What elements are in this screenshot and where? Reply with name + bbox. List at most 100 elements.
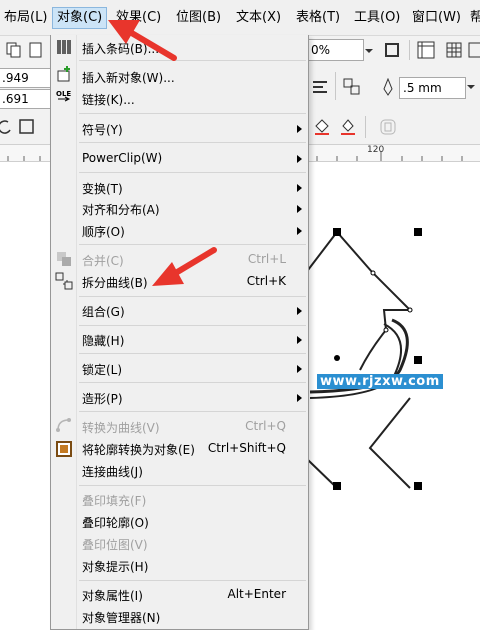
full-screen-icon[interactable] xyxy=(383,41,401,59)
chevron-down-icon[interactable] xyxy=(363,42,375,60)
menu-item-convert-to-curves: 转换为曲线(V) xyxy=(82,421,160,435)
menu-item-lock[interactable]: 锁定(L) xyxy=(82,361,122,378)
menu-item-shaping[interactable]: 造形(P) xyxy=(82,390,123,407)
menu-item-object-properties[interactable]: 对象属性(I) xyxy=(82,587,143,604)
combine-icon xyxy=(55,250,73,268)
menu-separator xyxy=(79,172,306,173)
menu-item-break-apart[interactable]: 拆分曲线(B) xyxy=(82,274,148,291)
ole-link-icon: OLE xyxy=(55,87,73,105)
menu-item-object-hints[interactable]: 对象提示(H) xyxy=(82,558,148,575)
property-bar-left: .949 mm .691 mm xyxy=(0,64,51,124)
ruler-tick-label: 120 xyxy=(367,145,385,155)
menu-item-object-manager[interactable]: 对象管理器(N) xyxy=(82,609,160,626)
object-width-field[interactable]: .949 mm xyxy=(0,68,51,103)
submenu-arrow-icon xyxy=(297,125,302,133)
menu-item-join-curves[interactable]: 连接曲线(J) xyxy=(82,463,143,480)
disabled-tool-icon xyxy=(379,118,397,136)
property-bar-right-2 xyxy=(307,110,480,145)
menu-separator xyxy=(79,113,306,114)
ole-icon-label: OLE xyxy=(56,90,71,98)
menu-bar: 布局(L) 对象(C) 效果(C) 位图(B) 文本(X) 表格(T) 工具(O… xyxy=(0,0,480,36)
menu-item-overprint-fill: 叠印填充(F) xyxy=(82,494,147,508)
menu-item-symbol[interactable]: 符号(Y) xyxy=(82,121,123,138)
menu-separator xyxy=(79,353,306,354)
menu-separator xyxy=(79,325,306,326)
menu-item-hide[interactable]: 隐藏(H) xyxy=(82,332,124,349)
menu-item-align-distribute[interactable]: 对齐和分布(A) xyxy=(82,201,160,218)
shortcut-convert-to-curves: Ctrl+Q xyxy=(245,419,286,433)
submenu-arrow-icon xyxy=(297,184,302,192)
toolbar-divider xyxy=(335,72,336,100)
horizontal-ruler-left xyxy=(0,145,50,162)
menu-separator xyxy=(79,485,306,486)
snap-icon[interactable] xyxy=(467,41,480,59)
menu-icon-gutter xyxy=(51,35,77,629)
menu-separator xyxy=(79,382,306,383)
copy-icon[interactable] xyxy=(5,41,23,59)
menu-separator xyxy=(79,580,306,581)
rotate-icon[interactable] xyxy=(0,118,14,136)
shortcut-combine: Ctrl+L xyxy=(247,252,286,266)
menu-item-insert-new-object[interactable]: 插入新对象(W)... xyxy=(82,69,175,86)
outline-width-field[interactable]: .5 mm xyxy=(399,77,466,99)
submenu-arrow-icon xyxy=(297,205,302,213)
standard-toolbar-right: 0% xyxy=(307,36,480,64)
outline-width-value: .5 mm xyxy=(403,81,442,95)
menu-separator xyxy=(79,296,306,297)
submenu-arrow-icon xyxy=(297,307,302,315)
menu-item-group[interactable]: 组合(G) xyxy=(82,303,125,320)
property-bar-right: .5 mm xyxy=(307,64,480,110)
horizontal-ruler: 120 xyxy=(307,145,480,162)
submenu-arrow-icon xyxy=(297,155,302,163)
property-bar-left-2 xyxy=(0,110,50,145)
menu-item-powerclip[interactable]: PowerClip(W) xyxy=(82,151,162,165)
menu-separator xyxy=(79,142,306,143)
convert-to-curves-icon xyxy=(55,417,73,435)
fill-bucket-icon[interactable] xyxy=(313,118,331,136)
toolbar-divider xyxy=(365,116,366,138)
menu-item-links[interactable]: 链接(K)... xyxy=(82,91,135,108)
menu-item-overprint-outline[interactable]: 叠印轮廓(O) xyxy=(82,514,149,531)
submenu-arrow-icon xyxy=(297,227,302,235)
outline-to-object-icon xyxy=(55,440,73,458)
zoom-level-field[interactable]: 0% xyxy=(307,39,364,61)
menu-item-combine: 合并(C) xyxy=(82,254,124,268)
toolbar-divider xyxy=(409,40,410,60)
break-apart-icon xyxy=(55,272,73,290)
object-menu-dropdown: OLE 插入条码(B)... 插入新对象(W)... 链接(K)... 符号(Y… xyxy=(50,35,309,630)
menu-table[interactable]: 表格(T) xyxy=(292,8,344,28)
rulers-icon[interactable] xyxy=(417,41,435,59)
menu-item-transform[interactable]: 变换(T) xyxy=(82,180,123,197)
menu-tools[interactable]: 工具(O) xyxy=(350,8,404,28)
menu-text[interactable]: 文本(X) xyxy=(232,8,285,28)
submenu-arrow-icon xyxy=(297,394,302,402)
menu-help[interactable]: 帮 xyxy=(466,8,480,28)
menu-window[interactable]: 窗口(W) xyxy=(408,8,465,28)
menu-layout[interactable]: 布局(L) xyxy=(0,8,51,28)
menu-object[interactable]: 对象(C) xyxy=(52,7,108,29)
pen-icon[interactable] xyxy=(379,77,397,96)
submenu-arrow-icon xyxy=(297,365,302,373)
grid-icon[interactable] xyxy=(445,41,463,59)
outline-pen-icon[interactable] xyxy=(339,118,357,136)
zoom-level-value: 0% xyxy=(311,43,331,57)
object-height-field[interactable]: .691 mm xyxy=(0,89,51,124)
barcode-icon xyxy=(55,38,73,56)
menu-separator xyxy=(79,411,306,412)
canvas-drawing[interactable] xyxy=(300,220,480,500)
paste-icon[interactable] xyxy=(27,41,45,59)
chevron-down-icon[interactable] xyxy=(465,78,477,96)
annotation-arrow-break-apart xyxy=(152,247,217,286)
square-shape-icon[interactable] xyxy=(18,118,36,136)
annotation-arrow-top xyxy=(108,20,177,61)
insert-object-icon xyxy=(55,65,73,83)
shortcut-outline-to-object: Ctrl+Shift+Q xyxy=(207,441,286,455)
mirror-icon[interactable] xyxy=(311,78,329,96)
submenu-arrow-icon xyxy=(297,336,302,344)
standard-toolbar-left xyxy=(0,36,50,64)
menu-item-outline-to-object[interactable]: 将轮廓转换为对象(E) xyxy=(82,441,195,458)
convert-icon[interactable] xyxy=(343,78,361,96)
menu-item-order[interactable]: 顺序(O) xyxy=(82,223,125,240)
watermark-text: www.rjzxw.com xyxy=(317,374,443,389)
menu-item-overprint-bitmap: 叠印位图(V) xyxy=(82,538,148,552)
